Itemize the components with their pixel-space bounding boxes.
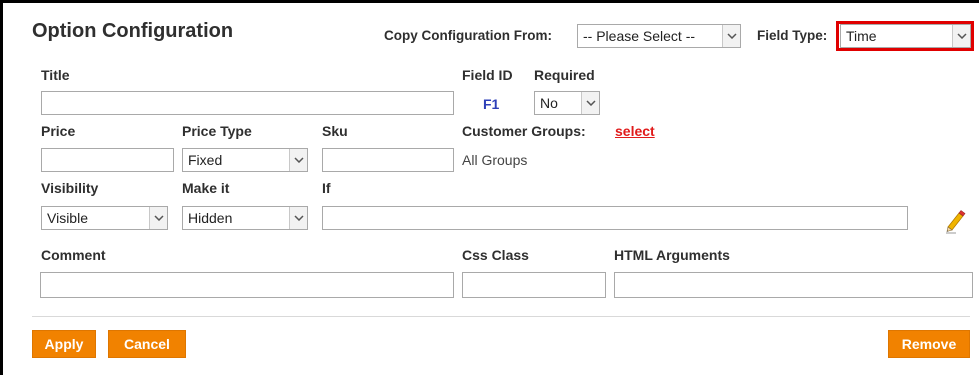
comment-input[interactable] xyxy=(40,272,454,298)
customer-groups-value: All Groups xyxy=(462,152,528,168)
comment-label: Comment xyxy=(41,247,106,263)
chevron-down-icon xyxy=(289,207,307,229)
make-it-label: Make it xyxy=(182,180,230,196)
make-it-select[interactable]: Hidden xyxy=(182,206,308,230)
panel-frame xyxy=(0,0,979,375)
title-label: Title xyxy=(41,67,70,83)
chevron-down-icon xyxy=(952,25,970,47)
copy-configuration-value: -- Please Select -- xyxy=(583,28,696,44)
cancel-button[interactable]: Cancel xyxy=(108,330,186,358)
divider xyxy=(32,316,970,317)
chevron-down-icon xyxy=(722,25,740,47)
title-input[interactable] xyxy=(41,91,454,115)
price-label: Price xyxy=(41,123,76,139)
page-title: Option Configuration xyxy=(32,20,234,42)
price-type-value: Fixed xyxy=(188,152,223,168)
pencil-icon[interactable] xyxy=(942,208,966,234)
chevron-down-icon xyxy=(149,207,167,229)
sku-input[interactable] xyxy=(322,148,454,172)
css-class-input[interactable] xyxy=(462,272,606,298)
field-type-select[interactable]: Time xyxy=(840,24,971,48)
make-it-value: Hidden xyxy=(188,210,233,226)
visibility-value: Visible xyxy=(47,210,88,226)
customer-groups-label: Customer Groups: xyxy=(462,123,586,139)
visibility-label: Visibility xyxy=(41,180,99,196)
html-arguments-label: HTML Arguments xyxy=(614,247,730,263)
remove-button[interactable]: Remove xyxy=(888,330,970,358)
field-type-label: Field Type: xyxy=(757,28,828,43)
required-select[interactable]: No xyxy=(534,91,600,115)
field-type-value: Time xyxy=(846,28,877,44)
chevron-down-icon xyxy=(581,92,599,114)
chevron-down-icon xyxy=(289,149,307,171)
customer-groups-select-link[interactable]: select xyxy=(615,123,655,139)
copy-configuration-label: Copy Configuration From: xyxy=(384,28,552,43)
visibility-select[interactable]: Visible xyxy=(41,206,168,230)
field-id-value: F1 xyxy=(483,96,500,112)
required-label: Required xyxy=(534,67,595,83)
price-type-select[interactable]: Fixed xyxy=(182,148,308,172)
apply-button[interactable]: Apply xyxy=(32,330,96,358)
price-input[interactable] xyxy=(41,148,174,172)
price-type-label: Price Type xyxy=(182,123,252,139)
copy-configuration-select[interactable]: -- Please Select -- xyxy=(577,24,741,48)
css-class-label: Css Class xyxy=(462,247,529,263)
if-label: If xyxy=(322,180,331,196)
html-arguments-input[interactable] xyxy=(614,272,973,298)
sku-label: Sku xyxy=(322,123,348,139)
if-input[interactable] xyxy=(322,206,908,230)
required-value: No xyxy=(540,95,558,111)
field-id-label: Field ID xyxy=(462,67,513,83)
